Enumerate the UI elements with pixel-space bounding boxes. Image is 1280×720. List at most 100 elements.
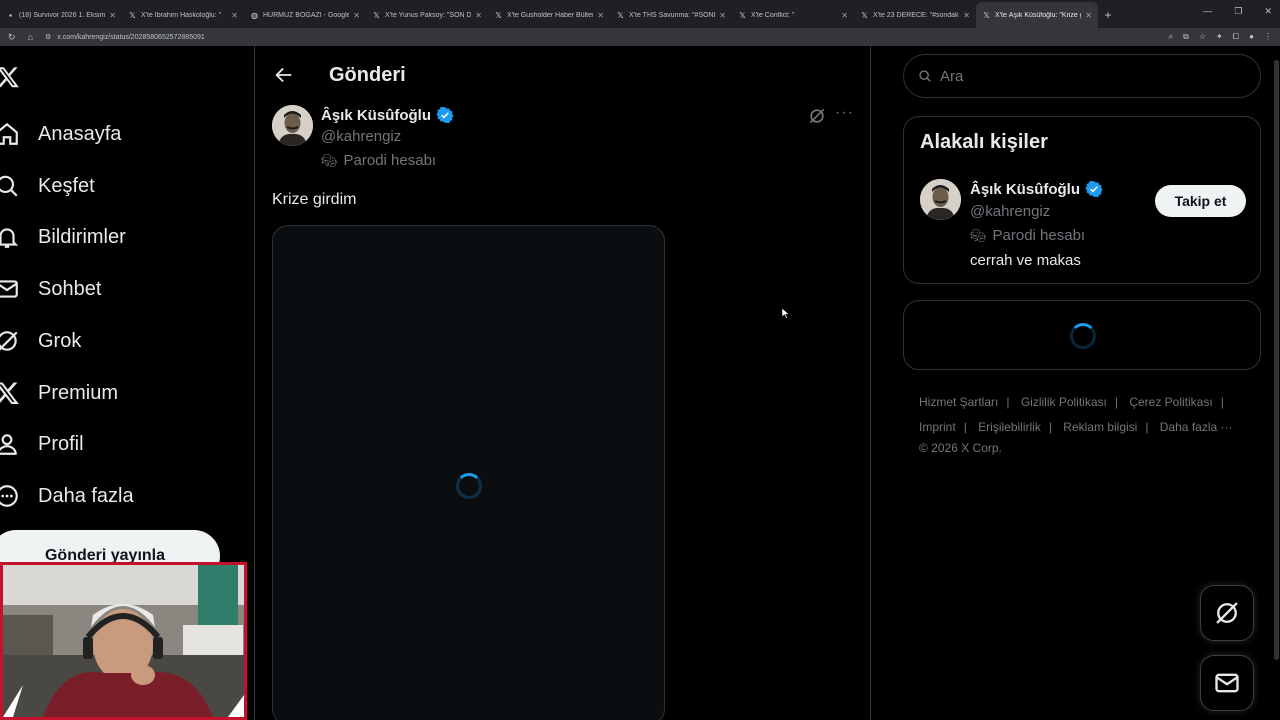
extension-icon[interactable]: ✦ bbox=[1216, 32, 1223, 42]
close-tab-icon[interactable]: ✕ bbox=[963, 11, 970, 20]
avatar-image bbox=[920, 179, 961, 220]
related-user-handle[interactable]: @kahrengiz bbox=[970, 203, 1050, 220]
footer-link[interactable]: Çerez Politikası bbox=[1129, 395, 1212, 409]
close-tab-icon[interactable]: ✕ bbox=[597, 11, 604, 20]
x-logo-icon: 𝕏 bbox=[739, 10, 746, 20]
parody-label: 🎭︎ Parodi hesabı bbox=[321, 152, 437, 169]
zoom-icon[interactable]: ⌕ bbox=[1169, 32, 1173, 42]
browser-tab[interactable]: 𝕏 X'te İbrahim Haskoloğlu: " ✕ bbox=[122, 2, 244, 28]
footer-link[interactable]: Gizlilik Politikası bbox=[1021, 395, 1107, 409]
browser-tab[interactable]: 𝕏X'te Yunus Paksoy: "SON DAKİ✕ bbox=[366, 2, 488, 28]
x-logo-icon: 𝕏 bbox=[495, 10, 502, 20]
webcam-overlay bbox=[0, 562, 247, 720]
maximize-icon[interactable]: ❐ bbox=[1234, 6, 1242, 17]
browser-tab[interactable]: 𝕏X'te THS Savunma: "#SONDAK✕ bbox=[610, 2, 732, 28]
footer-link[interactable]: Hizmet Şartları bbox=[919, 395, 998, 409]
close-tab-icon[interactable]: ✕ bbox=[841, 11, 848, 20]
search-icon bbox=[919, 70, 931, 82]
parody-mask-icon: 🎭︎ bbox=[970, 227, 987, 243]
avatar[interactable] bbox=[272, 105, 313, 146]
post-author-handle[interactable]: @kahrengiz bbox=[321, 128, 401, 145]
search-input[interactable] bbox=[940, 67, 1246, 85]
browser-tab-active[interactable]: 𝕏X'te Âşık Küsûfoğlu: "Krize girdi✕ bbox=[976, 2, 1098, 28]
bookmark-star-icon[interactable]: ☆ bbox=[1199, 32, 1206, 42]
verified-badge-icon[interactable] bbox=[436, 106, 454, 124]
search-box[interactable] bbox=[903, 54, 1261, 98]
nav-item-notifications[interactable]: Bildirimler bbox=[0, 217, 126, 257]
post-author-name[interactable]: Âşık Küsûfoğlu bbox=[321, 106, 454, 124]
avatar[interactable] bbox=[920, 179, 961, 220]
browser-address-bar: ↻ ⌂ ⚙ x.com/kahrengiz/status/20285806525… bbox=[0, 28, 1280, 46]
window-controls: — ❐ ✕ bbox=[1203, 6, 1272, 17]
browser-tab[interactable]: 𝕏X'te 23 DERECE: "#sondakika A✕ bbox=[854, 2, 976, 28]
footer-row: Hizmet Şartları | Gizlilik Politikası | Çe… bbox=[919, 395, 1224, 409]
extensions-puzzle-icon[interactable]: ⧠ bbox=[1233, 32, 1239, 42]
x-logo-icon: 𝕏 bbox=[861, 10, 868, 20]
verified-badge-icon[interactable] bbox=[1085, 180, 1103, 198]
grok-icon bbox=[1216, 602, 1238, 624]
browser-tab[interactable]: ▪(18) Survivor 2026 1. Eksim | Su✕ bbox=[0, 2, 122, 28]
nav-item-grok[interactable]: Grok bbox=[0, 321, 81, 361]
home-icon[interactable]: ⌂ bbox=[28, 32, 33, 42]
back-arrow-icon[interactable] bbox=[273, 64, 295, 86]
browser-tab[interactable]: 𝕏 X'te Gusholder Haber Bülteni ✕ bbox=[488, 2, 610, 28]
grok-icon[interactable] bbox=[807, 106, 827, 126]
browser-tab[interactable]: ◍HÜRMÜZ BOĞAZI - Google'da✕ bbox=[244, 2, 366, 28]
close-tab-icon[interactable]: ✕ bbox=[1085, 11, 1092, 20]
footer-link[interactable]: Imprint bbox=[919, 420, 956, 434]
search-icon bbox=[0, 175, 18, 197]
close-tab-icon[interactable]: ✕ bbox=[231, 11, 238, 20]
nav-item-home[interactable]: Anasayfa bbox=[0, 114, 121, 154]
grok-icon bbox=[0, 331, 18, 351]
follow-button[interactable]: Takip et bbox=[1155, 185, 1246, 217]
favicon-icon: ▪ bbox=[9, 10, 12, 20]
x-logo-icon[interactable] bbox=[0, 64, 20, 90]
profile-icon[interactable]: ● bbox=[1249, 32, 1254, 42]
new-tab-button[interactable]: + bbox=[1098, 2, 1118, 28]
x-logo-icon: 𝕏 bbox=[129, 10, 136, 20]
nav-item-premium[interactable]: Premium bbox=[0, 373, 118, 413]
close-tab-icon[interactable]: ✕ bbox=[475, 11, 482, 20]
minimize-icon[interactable]: — bbox=[1203, 6, 1212, 17]
x-logo-icon bbox=[0, 382, 19, 405]
related-people-card: Alakalı kişiler Âşık Küsûfoğlu @kahrengi… bbox=[903, 116, 1261, 284]
messages-floating-button[interactable] bbox=[1200, 655, 1254, 711]
x-logo-icon: 𝕏 bbox=[373, 10, 380, 20]
mail-icon bbox=[0, 280, 18, 298]
footer-link[interactable]: Daha fazla ··· bbox=[1160, 420, 1233, 434]
url-field[interactable]: ⚙ x.com/kahrengiz/status/202858065257288… bbox=[45, 29, 1157, 45]
main-column: Gönderi Âşık Küsûfoğlu @kahrengiz 🎭︎ Par… bbox=[255, 46, 871, 720]
post-media[interactable] bbox=[272, 225, 665, 720]
more-circle-icon bbox=[0, 485, 18, 507]
address-bar-icons: ⌕ ⧉ ☆ ✦ ⧠ ● ⋮ bbox=[1169, 32, 1272, 42]
close-tab-icon[interactable]: ✕ bbox=[719, 11, 726, 20]
footer-link[interactable]: Reklam bilgisi bbox=[1063, 420, 1137, 434]
nav-item-more[interactable]: Daha fazla bbox=[0, 476, 134, 516]
parody-mask-icon: 🎭︎ bbox=[321, 152, 338, 168]
related-user-name[interactable]: Âşık Küsûfoğlu bbox=[970, 180, 1103, 198]
copyright: © 2026 X Corp. bbox=[919, 441, 1002, 455]
reload-icon[interactable]: ↻ bbox=[8, 32, 16, 43]
close-tab-icon[interactable]: ✕ bbox=[353, 11, 360, 20]
nav-item-profile[interactable]: Profil bbox=[0, 424, 84, 464]
install-icon[interactable]: ⧉ bbox=[1183, 32, 1189, 42]
close-tab-icon[interactable]: ✕ bbox=[109, 11, 116, 20]
webcam-feed-image bbox=[3, 565, 244, 717]
more-options-icon[interactable]: ··· bbox=[835, 104, 854, 122]
post-text: Krize girdim bbox=[272, 191, 357, 208]
bell-icon bbox=[0, 228, 19, 248]
grok-floating-button[interactable] bbox=[1200, 585, 1254, 641]
footer-link[interactable]: Erişilebilirlik bbox=[978, 420, 1041, 434]
site-info-icon[interactable]: ⚙ bbox=[45, 33, 51, 41]
scrollbar[interactable] bbox=[1274, 60, 1279, 660]
nav-item-explore[interactable]: Keşfet bbox=[0, 166, 95, 206]
loading-card bbox=[903, 300, 1261, 370]
mail-icon bbox=[1215, 673, 1239, 693]
nav-item-chat[interactable]: Sohbet bbox=[0, 269, 101, 309]
close-window-icon[interactable]: ✕ bbox=[1264, 6, 1272, 17]
footer-links: Hizmet Şartları | Gizlilik Politikası | Çe… bbox=[919, 390, 1249, 456]
globe-icon: ◍ bbox=[251, 10, 258, 20]
browser-tab[interactable]: 𝕏 X'te Conflict: " ✕ bbox=[732, 2, 854, 28]
avatar-image bbox=[272, 105, 313, 146]
menu-dots-icon[interactable]: ⋮ bbox=[1264, 32, 1272, 42]
